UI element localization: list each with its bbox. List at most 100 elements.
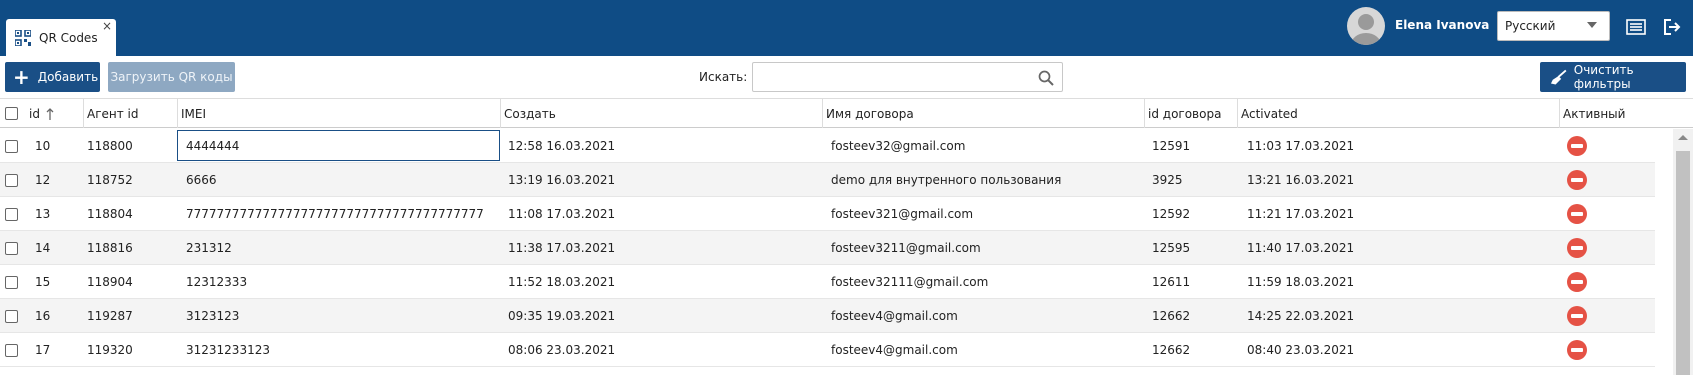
cell-activated: 11:40 17.03.2021 <box>1247 241 1355 255</box>
cell-agent-id: 119320 <box>87 343 133 357</box>
cell-created: 11:38 17.03.2021 <box>508 241 616 255</box>
select-all-cell <box>0 99 26 128</box>
cell-activated: 11:03 17.03.2021 <box>1247 139 1355 153</box>
vertical-scrollbar[interactable] <box>1673 129 1693 375</box>
column-header-imei[interactable]: IMEI <box>177 99 500 128</box>
cell-active <box>1567 299 1587 333</box>
column-header-id[interactable]: id <box>26 99 83 128</box>
scrollbar-thumb[interactable] <box>1676 151 1690 375</box>
language-select[interactable]: Русский <box>1497 11 1610 41</box>
tab-close-icon[interactable]: × <box>102 20 112 32</box>
column-label: Activated <box>1241 106 1298 121</box>
row-select-cell <box>5 333 18 367</box>
cell-contract-id: 3925 <box>1152 173 1183 187</box>
clear-filters-button[interactable]: Очистить фильтры <box>1540 62 1686 92</box>
cell-contract-name: fosteev3211@gmail.com <box>831 241 981 255</box>
table-row[interactable]: 13 118804 77777777777777777777777777777777… <box>0 197 1655 231</box>
cell-imei: 12312333 <box>186 275 248 289</box>
add-button[interactable]: + Добавить <box>5 62 100 92</box>
table-row[interactable]: 12 118752 6666 13:19 16.03.2021 demo для вну… <box>0 163 1655 197</box>
list-icon[interactable] <box>1626 18 1646 36</box>
inactive-status-icon[interactable] <box>1567 136 1587 156</box>
chevron-down-icon <box>1587 22 1597 28</box>
search-input[interactable] <box>752 62 1063 92</box>
tab-qr-codes[interactable]: QR Codes × <box>6 19 116 56</box>
cell-imei: 231312 <box>186 241 232 255</box>
column-header-contract-name[interactable]: Имя договора <box>822 99 1144 128</box>
row-checkbox[interactable] <box>5 275 18 289</box>
column-label: IMEI <box>181 106 207 121</box>
table-row[interactable]: 14 118816 231312 11:38 17.03.2021 fosteev321… <box>0 231 1655 265</box>
inactive-status-icon[interactable] <box>1567 340 1587 360</box>
upload-qr-button[interactable]: Загрузить QR коды <box>108 62 235 92</box>
clear-filters-label: Очистить фильтры <box>1573 63 1634 91</box>
column-header-created[interactable]: Создать <box>500 99 822 128</box>
cell-agent-id: 118752 <box>87 173 133 187</box>
cell-created: 11:08 17.03.2021 <box>508 207 616 221</box>
cell-contract-name: fosteev321@gmail.com <box>831 207 974 221</box>
avatar[interactable] <box>1347 7 1385 45</box>
cell-contract-name: demo для внутренного пользования <box>831 173 1062 187</box>
column-label: Создать <box>504 106 556 121</box>
cell-id: 13 <box>35 207 51 221</box>
cell-created: 12:58 16.03.2021 <box>508 139 616 153</box>
row-checkbox[interactable] <box>5 207 18 221</box>
logout-icon[interactable] <box>1663 18 1683 36</box>
cell-active <box>1567 231 1587 265</box>
cell-agent-id: 118800 <box>87 139 133 153</box>
upload-button-label: Загрузить QR коды <box>110 70 233 84</box>
search-label: Искать: <box>699 70 748 84</box>
user-name[interactable]: Elena Ivanova <box>1395 18 1489 32</box>
cell-contract-id: 12611 <box>1152 275 1191 289</box>
cell-active <box>1567 163 1587 197</box>
cell-contract-id: 12662 <box>1152 343 1191 357</box>
inactive-status-icon[interactable] <box>1567 306 1587 326</box>
cell-agent-id: 118904 <box>87 275 133 289</box>
cell-active <box>1567 333 1587 367</box>
table-row[interactable]: 16 119287 3123123 09:35 19.03.2021 fosteev4@… <box>0 299 1655 333</box>
select-all-checkbox[interactable] <box>5 107 18 120</box>
table-row[interactable]: 10 118800 4444444 12:58 16.03.2021 fosteev32… <box>0 129 1655 163</box>
language-value: Русский <box>1505 19 1556 33</box>
column-label: id договора <box>1148 106 1222 121</box>
cell-created: 13:19 16.03.2021 <box>508 173 616 187</box>
inactive-status-icon[interactable] <box>1567 238 1587 258</box>
cell-contract-name: fosteev32@gmail.com <box>831 139 966 153</box>
row-checkbox[interactable] <box>5 241 18 255</box>
row-checkbox[interactable] <box>5 173 18 187</box>
broom-icon <box>1550 69 1567 85</box>
column-header-contract-id[interactable]: id договора <box>1144 99 1237 128</box>
table-row[interactable]: 15 118904 12312333 11:52 18.03.2021 fosteev3… <box>0 265 1655 299</box>
column-label: Активный <box>1563 106 1626 121</box>
cell-id: 17 <box>35 343 51 357</box>
cell-contract-name: fosteev4@gmail.com <box>831 343 958 357</box>
cell-active <box>1567 265 1587 299</box>
inactive-status-icon[interactable] <box>1567 272 1587 292</box>
cell-contract-id: 12662 <box>1152 309 1191 323</box>
search-icon[interactable] <box>1038 70 1054 86</box>
cell-created: 08:06 23.03.2021 <box>508 343 616 357</box>
cell-imei: 3123123 <box>186 309 240 323</box>
inactive-status-icon[interactable] <box>1567 170 1587 190</box>
scroll-up-icon[interactable] <box>1678 135 1688 140</box>
imei-edit-input[interactable]: 4444444 <box>177 130 500 161</box>
cell-id: 14 <box>35 241 51 255</box>
cell-activated: 13:21 16.03.2021 <box>1247 173 1355 187</box>
row-select-cell <box>5 231 18 265</box>
row-checkbox[interactable] <box>5 309 18 323</box>
table-row[interactable]: 17 119320 31231233123 08:06 23.03.2021 foste… <box>0 333 1655 367</box>
cell-created: 11:52 18.03.2021 <box>508 275 616 289</box>
cell-agent-id: 118804 <box>87 207 133 221</box>
cell-imei: 31231233123 <box>186 343 270 357</box>
column-header-active[interactable]: Активный <box>1559 99 1693 128</box>
row-checkbox[interactable] <box>5 343 18 357</box>
inactive-status-icon[interactable] <box>1567 204 1587 224</box>
column-header-agent-id[interactable]: Агент id <box>83 99 177 128</box>
row-checkbox[interactable] <box>5 139 18 153</box>
cell-activated: 14:25 22.03.2021 <box>1247 309 1355 323</box>
row-select-cell <box>5 299 18 333</box>
column-header-activated[interactable]: Activated <box>1237 99 1559 128</box>
table-header: id Агент id IMEI Создать Имя договора id… <box>0 98 1693 128</box>
cell-contract-id: 12592 <box>1152 207 1191 221</box>
imei-edit-value: 4444444 <box>186 138 240 153</box>
